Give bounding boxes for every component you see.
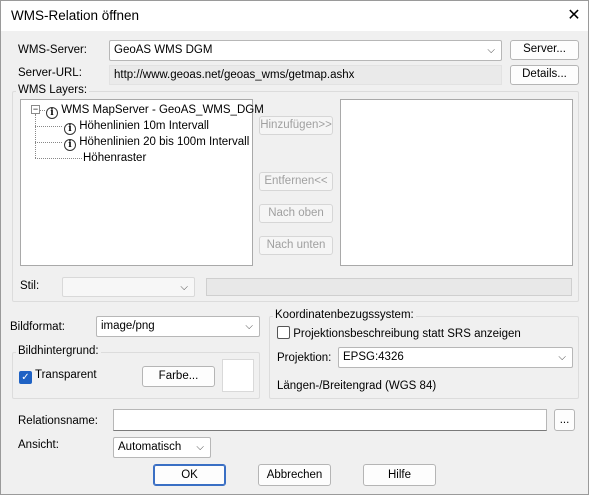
checkbox-box (277, 326, 290, 339)
projection-desc-checkbox[interactable]: Projektionsbeschreibung statt SRS anzeig… (277, 326, 521, 340)
wms-layers-title: WMS Layers: (16, 84, 90, 96)
check-icon: ✓ (19, 371, 32, 384)
tree-connector-line (35, 126, 62, 127)
ok-button[interactable]: OK (153, 464, 226, 486)
tree-item[interactable]: i Höhenlinien 20 bis 100m Intervall (64, 134, 249, 151)
relation-name-input[interactable] (113, 409, 547, 431)
wms-server-label: WMS-Server: (18, 44, 87, 56)
layer-tree[interactable]: − i WMS MapServer - GeoAS_WMS_DGM i Höhe… (20, 99, 264, 266)
style-preview-bar (206, 278, 572, 296)
projection-value: EPSG:4326 (343, 351, 404, 363)
window-title: WMS-Relation öffnen (11, 8, 140, 23)
crs-title: Koordinatenbezugssystem: (273, 309, 416, 321)
server-url-label: Server-URL: (18, 67, 82, 79)
view-value: Automatisch (118, 441, 182, 453)
dialog-window: WMS-Relation öffnen ✕ WMS-Server: GeoAS … (0, 0, 589, 495)
tree-connector-line (35, 142, 62, 143)
browse-button[interactable]: ... (554, 409, 575, 431)
details-button[interactable]: Details... (510, 65, 579, 85)
collapse-icon[interactable]: − (31, 105, 40, 114)
chevron-down-icon: ⌵ (196, 442, 204, 453)
selected-layers-list[interactable] (340, 99, 573, 266)
tree-item[interactable]: i Höhenlinien 10m Intervall (64, 118, 209, 135)
chevron-down-icon: ⌵ (558, 352, 566, 363)
projection-name: Längen-/Breitengrad (WGS 84) (277, 380, 437, 392)
close-icon[interactable]: ✕ (563, 5, 585, 27)
style-label: Stil: (20, 280, 40, 292)
add-layer-button[interactable]: Hinzufügen>> (259, 116, 333, 135)
image-format-value: image/png (101, 320, 155, 332)
move-up-button[interactable]: Nach oben (259, 204, 333, 223)
server-button[interactable]: Server... (510, 40, 579, 60)
transparent-checkbox[interactable]: ✓ Transparent (19, 369, 97, 384)
wms-server-value: GeoAS WMS DGM (114, 44, 213, 56)
color-button[interactable]: Farbe... (142, 366, 215, 387)
style-select[interactable]: ⌵ (62, 277, 195, 297)
info-icon: i (46, 107, 58, 119)
color-swatch (222, 359, 254, 392)
image-format-label: Bildformat: (10, 321, 65, 333)
move-down-button[interactable]: Nach unten (259, 236, 333, 255)
transparent-label: Transparent (35, 369, 97, 381)
tree-item-label: Höhenlinien 10m Intervall (79, 120, 209, 132)
view-select[interactable]: Automatisch ⌵ (113, 437, 211, 458)
server-url-field: http://www.geoas.net/geoas_wms/getmap.as… (109, 65, 502, 85)
chevron-down-icon: ⌵ (245, 321, 253, 332)
tree-item-label: Höhenlinien 20 bis 100m Intervall (79, 136, 250, 148)
relation-name-label: Relationsname: (18, 415, 98, 427)
help-button[interactable]: Hilfe (363, 464, 436, 486)
tree-connector-line (35, 114, 36, 158)
tree-item-label: Höhenraster (83, 152, 147, 164)
image-background-title: Bildhintergrund: (16, 345, 101, 357)
tree-connector-line (35, 158, 82, 159)
remove-layer-button[interactable]: Entfernen<< (259, 172, 333, 191)
projection-select[interactable]: EPSG:4326 ⌵ (338, 347, 573, 368)
tree-root[interactable]: i WMS MapServer - GeoAS_WMS_DGM (46, 102, 264, 119)
wms-server-select[interactable]: GeoAS WMS DGM ⌵ (109, 40, 502, 61)
tree-item[interactable]: Höhenraster (83, 150, 146, 166)
projection-label: Projektion: (277, 352, 332, 364)
chevron-down-icon: ⌵ (487, 45, 495, 56)
image-format-select[interactable]: image/png ⌵ (96, 316, 260, 337)
info-icon: i (64, 139, 76, 151)
title-bar: WMS-Relation öffnen ✕ (1, 1, 588, 31)
projection-desc-label: Projektionsbeschreibung statt SRS anzeig… (293, 328, 521, 340)
cancel-button[interactable]: Abbrechen (258, 464, 331, 486)
chevron-down-icon: ⌵ (180, 282, 188, 293)
view-label: Ansicht: (18, 439, 59, 451)
tree-root-label: WMS MapServer - GeoAS_WMS_DGM (61, 104, 264, 116)
